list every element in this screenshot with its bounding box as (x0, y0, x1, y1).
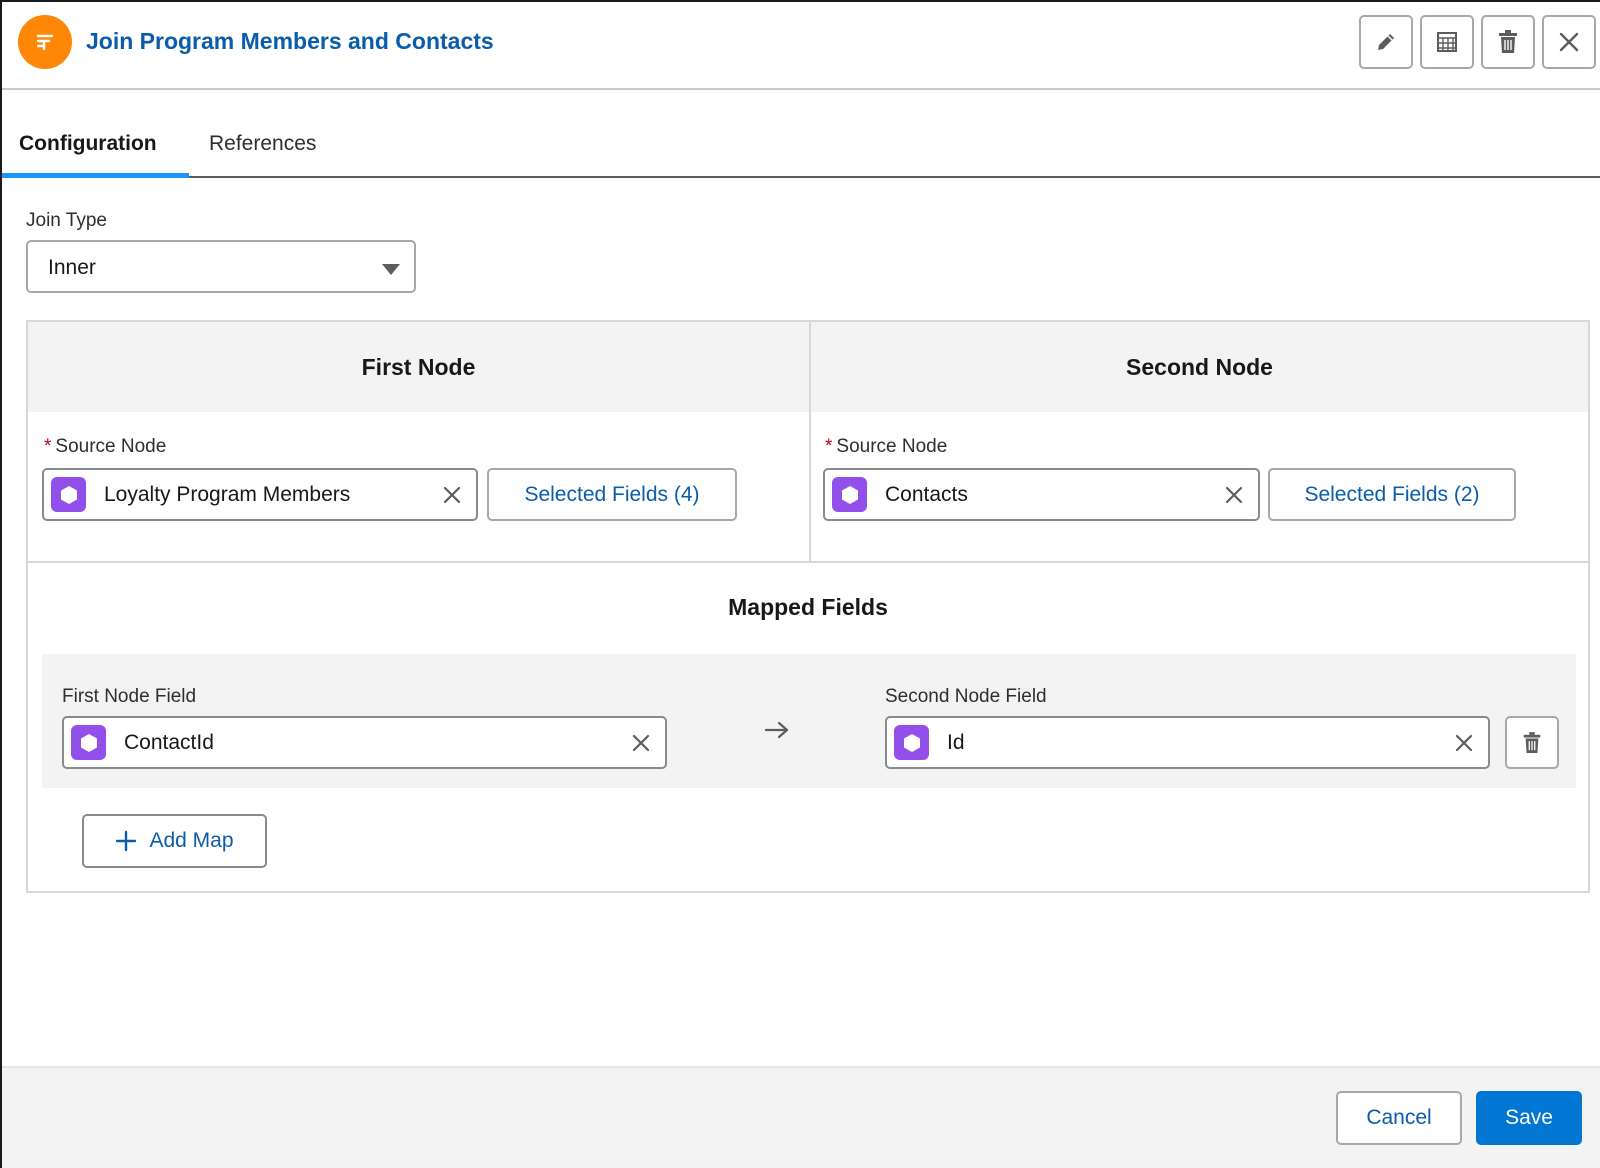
mapped-field-row: First Node Field ContactId Second Node F… (42, 654, 1576, 788)
panel-footer: Cancel Save (2, 1066, 1600, 1168)
pencil-icon (1374, 30, 1398, 54)
second-node-field-value: Id (947, 731, 965, 755)
trash-icon (1497, 30, 1519, 54)
page-title: Join Program Members and Contacts (86, 28, 494, 55)
second-selected-fields-button[interactable]: Selected Fields (2) (1268, 468, 1516, 521)
delete-map-button[interactable] (1505, 716, 1559, 769)
tab-bar: Configuration References (2, 90, 1600, 178)
second-source-node-value: Contacts (885, 483, 968, 507)
required-marker: * (825, 436, 832, 457)
first-source-node-pill[interactable]: Loyalty Program Members (42, 468, 478, 521)
close-icon (631, 733, 651, 753)
join-icon (18, 15, 72, 69)
second-node-field-pill[interactable]: Id (885, 716, 1490, 769)
clear-first-source-button[interactable] (438, 481, 466, 509)
close-icon (1558, 31, 1580, 53)
chevron-down-icon (382, 264, 400, 275)
first-node-field-pill[interactable]: ContactId (62, 716, 667, 769)
active-tab-indicator (2, 173, 189, 178)
required-marker: * (44, 436, 51, 457)
mapped-fields-title: Mapped Fields (28, 594, 1588, 621)
delete-button[interactable] (1481, 15, 1535, 69)
tab-configuration[interactable]: Configuration (19, 132, 157, 156)
object-icon (71, 725, 106, 760)
clear-first-field-button[interactable] (627, 729, 655, 757)
first-node-header: First Node (28, 322, 809, 412)
object-icon (894, 725, 929, 760)
second-node-header: Second Node (811, 322, 1588, 412)
plus-icon (115, 830, 137, 852)
cancel-button[interactable]: Cancel (1336, 1091, 1462, 1145)
trash-icon (1522, 732, 1542, 754)
table-icon (1435, 30, 1459, 54)
edit-button[interactable] (1359, 15, 1413, 69)
close-icon (1454, 733, 1474, 753)
tab-references[interactable]: References (209, 132, 316, 156)
node-configuration-box: First Node Second Node *Source Node Loya… (26, 320, 1590, 893)
second-node-field-label: Second Node Field (885, 686, 1047, 708)
join-type-select[interactable]: Inner (26, 240, 416, 293)
join-node-panel: Join Program Members and Contacts (0, 0, 1600, 1168)
close-button[interactable] (1542, 15, 1596, 69)
first-node-field-label: First Node Field (62, 686, 196, 708)
preview-table-button[interactable] (1420, 15, 1474, 69)
node-divider (809, 322, 811, 562)
save-button[interactable]: Save (1476, 1091, 1582, 1145)
first-source-node-label: *Source Node (44, 436, 166, 458)
clear-second-field-button[interactable] (1450, 729, 1478, 757)
first-node-field-value: ContactId (124, 731, 214, 755)
add-map-button[interactable]: Add Map (82, 814, 267, 868)
section-divider (28, 561, 1588, 563)
close-icon (442, 485, 462, 505)
join-type-value: Inner (48, 256, 96, 280)
second-source-node-pill[interactable]: Contacts (823, 468, 1260, 521)
join-type-label: Join Type (26, 210, 107, 232)
clear-second-source-button[interactable] (1220, 481, 1248, 509)
first-selected-fields-button[interactable]: Selected Fields (4) (487, 468, 737, 521)
second-source-node-label: *Source Node (825, 436, 947, 458)
panel-header: Join Program Members and Contacts (2, 2, 1600, 90)
close-icon (1224, 485, 1244, 505)
object-icon (832, 477, 867, 512)
arrow-right-icon (764, 720, 790, 740)
object-icon (51, 477, 86, 512)
first-source-node-value: Loyalty Program Members (104, 483, 350, 507)
add-map-label: Add Map (149, 829, 233, 853)
